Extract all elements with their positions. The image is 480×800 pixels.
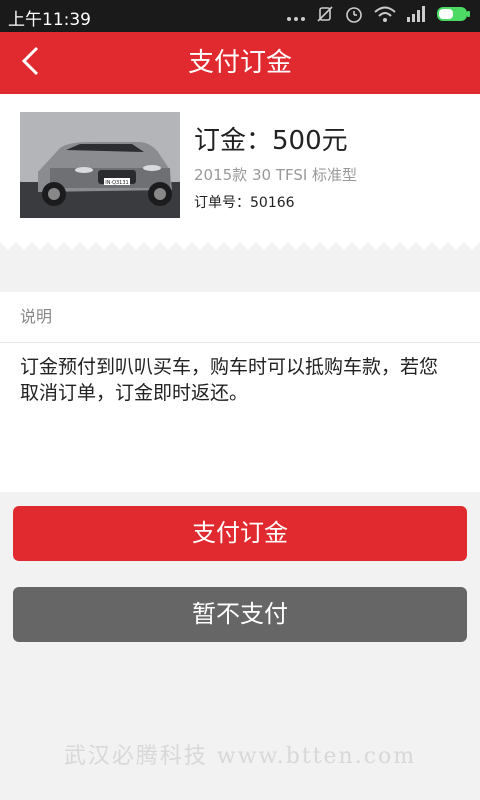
watermark: 武汉必腾科技 www.btten.com: [63, 744, 417, 769]
status-icons: [286, 4, 472, 28]
alarm-icon: [344, 4, 364, 28]
status-bar: 上午11:39: [0, 0, 480, 32]
plate-text: IN·Q3131: [105, 180, 128, 186]
description-section: 说明 订金预付到叭叭买车，购车时可以抵购车款，若您取消订单，订金即时返还。: [0, 292, 480, 492]
description-header: 说明: [20, 307, 53, 326]
description-divider: [0, 342, 480, 343]
mute-icon: [316, 5, 334, 27]
car-image: IN·Q3131: [20, 112, 180, 218]
zigzag-divider: [0, 238, 480, 250]
not-now-button[interactable]: 暂不支付: [13, 587, 467, 642]
nav-bar: 支付订金: [0, 32, 480, 94]
description-text: 订金预付到叭叭买车，购车时可以抵购车款，若您取消订单，订金即时返还。: [20, 356, 439, 404]
signal-icon: [406, 5, 426, 27]
battery-icon: [436, 5, 472, 27]
status-time: 上午11:39: [8, 10, 91, 30]
order-card: IN·Q3131 订金：500元 2015款 30 TFSI 标准型 订单号：5…: [0, 94, 480, 240]
pay-deposit-button[interactable]: 支付订金: [13, 506, 467, 561]
deposit-amount: 订金：500元: [194, 126, 348, 156]
order-number: 订单号：50166: [194, 195, 295, 211]
page-title: 支付订金: [187, 48, 292, 78]
car-model: 2015款 30 TFSI 标准型: [194, 166, 358, 184]
more-dots-icon: [286, 7, 306, 26]
wifi-icon: [374, 5, 396, 27]
